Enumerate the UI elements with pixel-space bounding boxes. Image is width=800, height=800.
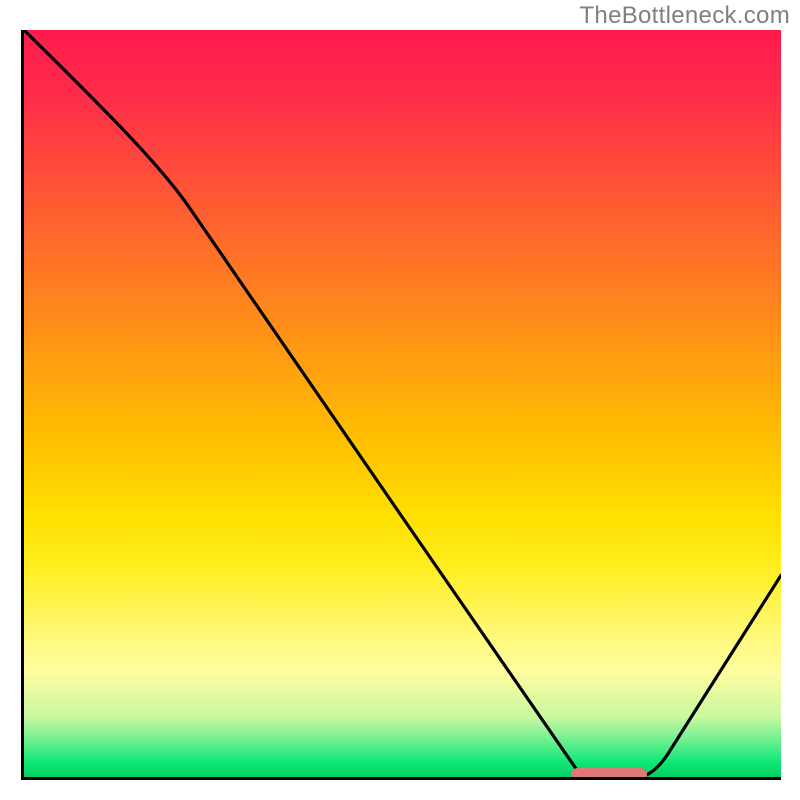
optimal-marker [571,768,647,780]
bottleneck-curve-path [24,30,781,777]
curve-svg [24,30,781,777]
plot-area [21,30,781,780]
watermark-text: TheBottleneck.com [579,2,790,30]
bottleneck-chart: TheBottleneck.com [0,0,800,800]
